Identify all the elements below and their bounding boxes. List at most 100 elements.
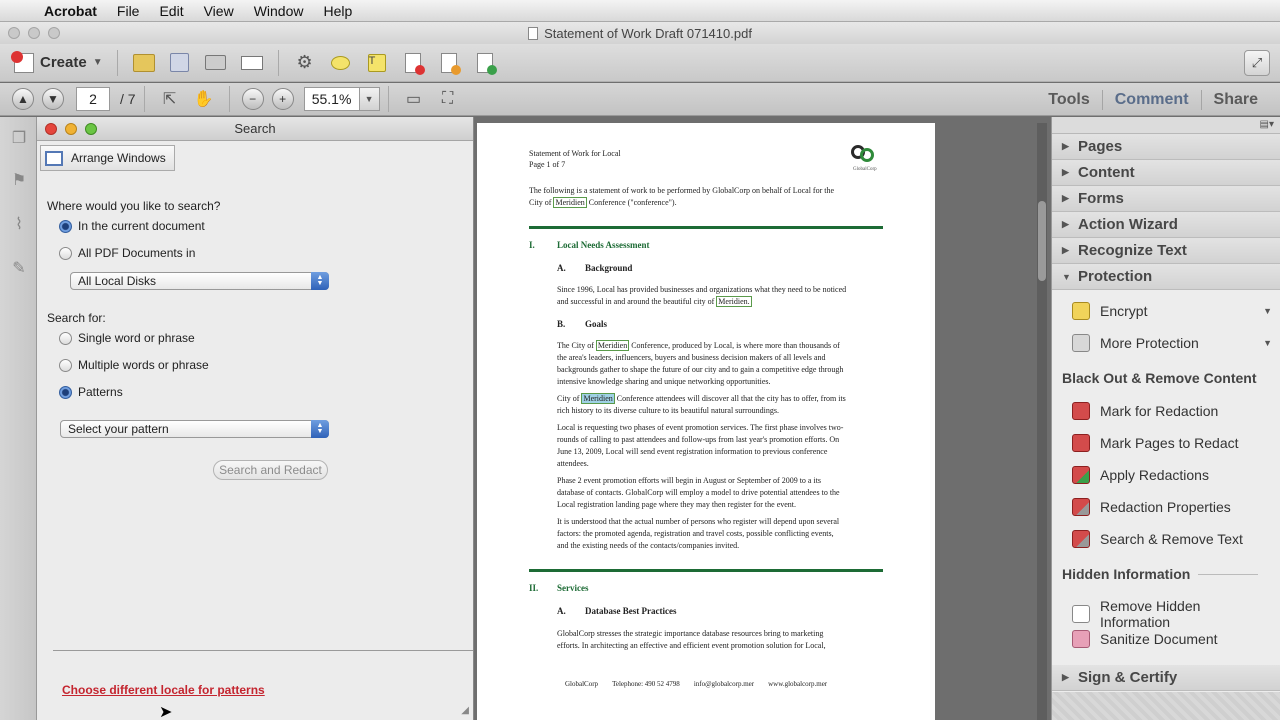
- redact-doc-icon[interactable]: [401, 51, 425, 75]
- menu-file[interactable]: File: [107, 3, 150, 19]
- search-remove-item[interactable]: Search & Remove Text: [1072, 530, 1272, 548]
- tab-share[interactable]: Share: [1202, 91, 1270, 109]
- zoom-out-icon[interactable]: −: [241, 88, 264, 110]
- tools-panel: ▤▾ ▶ Pages ▶ Content ▶ Forms ▶ Action Wizard…: [1051, 117, 1280, 720]
- redaction-properties-item[interactable]: Redaction Properties: [1072, 498, 1272, 516]
- radio-multiple-words[interactable]: Multiple words or phrase: [59, 358, 209, 372]
- window-zoom-button[interactable]: [48, 27, 60, 39]
- section-sign-certify[interactable]: ▶ Sign & Certify: [1052, 665, 1280, 691]
- zoom-level-input[interactable]: 55.1%: [303, 87, 360, 111]
- window-minimize-button[interactable]: [28, 27, 40, 39]
- gear-icon[interactable]: ⚙: [293, 51, 317, 75]
- print-icon[interactable]: [204, 51, 228, 75]
- mark-for-redaction-item[interactable]: Mark for Redaction: [1072, 402, 1272, 420]
- tab-tools[interactable]: Tools: [1036, 91, 1101, 109]
- radio-patterns[interactable]: Patterns: [59, 385, 123, 399]
- radio-all-pdf-label: All PDF Documents in: [78, 246, 196, 260]
- subsection-heading: A. Background: [557, 263, 633, 273]
- document-view[interactable]: Statement of Work for Local Page 1 of 7 …: [475, 117, 1050, 720]
- doc-footer: GlobalCorp Telephone: 490 52 4798 info@g…: [565, 680, 828, 688]
- next-page-icon[interactable]: ▼: [42, 88, 64, 110]
- radio-single-word[interactable]: Single word or phrase: [59, 331, 195, 345]
- select-arrows-icon: ▲ ▼: [311, 420, 329, 438]
- where-label: Where would you like to search?: [47, 199, 221, 213]
- search-hit[interactable]: Meridien: [595, 340, 630, 351]
- document-scrollbar[interactable]: [1037, 123, 1047, 720]
- page-number-input[interactable]: 2: [76, 87, 110, 111]
- window-title-bar: Statement of Work Draft 071410.pdf: [0, 22, 1280, 44]
- doc-header-page: Page 1 of 7: [529, 160, 566, 169]
- combine-doc-icon[interactable]: [473, 51, 497, 75]
- section-forms[interactable]: ▶ Forms: [1052, 186, 1280, 212]
- hidden-info-icon: [1072, 605, 1090, 623]
- choose-locale-link[interactable]: Choose different locale for patterns: [62, 683, 265, 697]
- section-protection[interactable]: ▼ Protection: [1052, 264, 1280, 290]
- sign-pen-icon[interactable]: T: [365, 51, 389, 75]
- email-icon[interactable]: [240, 51, 264, 75]
- pattern-select[interactable]: Select your pattern ▲ ▼: [60, 420, 329, 438]
- location-select[interactable]: All Local Disks ▲ ▼: [70, 272, 329, 290]
- scroll-thumb[interactable]: [1038, 201, 1046, 281]
- main-toolbar: Create ▼ ⚙ T ⤢: [0, 44, 1280, 82]
- resize-grip-icon[interactable]: ◢: [461, 705, 469, 716]
- menu-window[interactable]: Window: [244, 3, 314, 19]
- arrange-windows-button[interactable]: Arrange Windows: [40, 145, 175, 171]
- panel-options-icon[interactable]: ▤▾: [1260, 119, 1274, 130]
- redaction-marker-icon: [1072, 402, 1090, 420]
- fit-page-icon[interactable]: ⛶: [437, 88, 459, 110]
- tab-comment[interactable]: Comment: [1103, 91, 1201, 109]
- radio-all-pdf[interactable]: All PDF Documents in: [59, 246, 195, 260]
- radio-current-document[interactable]: In the current document: [59, 219, 205, 233]
- chevron-down-icon: ▼: [1263, 338, 1272, 348]
- folder-open-icon[interactable]: [132, 51, 156, 75]
- menu-edit[interactable]: Edit: [149, 3, 193, 19]
- search-zoom-button[interactable]: [85, 123, 97, 135]
- full-screen-icon[interactable]: ⤢: [1244, 50, 1270, 76]
- search-title-bar: Search: [37, 117, 473, 141]
- mark-pages-item[interactable]: Mark Pages to Redact: [1072, 434, 1272, 452]
- section-pages[interactable]: ▶ Pages: [1052, 134, 1280, 160]
- window-close-button[interactable]: [8, 27, 20, 39]
- remove-hidden-item[interactable]: Remove Hidden Information: [1072, 598, 1272, 630]
- redact-pages-icon: [1072, 434, 1090, 452]
- shield-icon: [1072, 302, 1090, 320]
- zoom-dropdown-icon[interactable]: ▼: [359, 87, 380, 111]
- attachments-icon[interactable]: ⌇: [8, 213, 30, 235]
- fit-width-icon[interactable]: ▭: [403, 88, 425, 110]
- menu-bar: Acrobat File Edit View Window Help: [0, 0, 1280, 22]
- hand-tool-icon[interactable]: ✋: [193, 88, 215, 110]
- section-action-wizard[interactable]: ▶ Action Wizard: [1052, 212, 1280, 238]
- menu-app[interactable]: Acrobat: [38, 3, 107, 19]
- zoom-in-icon[interactable]: +: [271, 88, 294, 110]
- save-icon[interactable]: [168, 51, 192, 75]
- apply-redactions-icon: [1072, 466, 1090, 484]
- search-minimize-button[interactable]: [65, 123, 77, 135]
- bookmarks-icon[interactable]: ⚑: [8, 169, 30, 191]
- create-icon: [11, 50, 34, 73]
- search-hit-selected[interactable]: Meridien: [581, 393, 615, 404]
- search-and-redact-button[interactable]: Search and Redact: [213, 460, 328, 480]
- menu-view[interactable]: View: [194, 3, 244, 19]
- search-hit[interactable]: Meridien.: [716, 296, 752, 307]
- more-protection-item[interactable]: More Protection ▼: [1072, 334, 1272, 352]
- sanitize-item[interactable]: Sanitize Document: [1072, 630, 1272, 648]
- arrange-windows-label: Arrange Windows: [71, 151, 166, 165]
- section-content[interactable]: ▶ Content: [1052, 160, 1280, 186]
- apply-redactions-item[interactable]: Apply Redactions: [1072, 466, 1272, 484]
- page-thumbnails-icon[interactable]: ❐: [8, 127, 30, 149]
- mouse-cursor-icon: ➤: [159, 704, 173, 720]
- export-doc-icon[interactable]: [437, 51, 461, 75]
- comment-bubble-icon[interactable]: [329, 51, 353, 75]
- search-hit[interactable]: Meridien: [553, 197, 587, 208]
- logo-text: GlobalCorp: [853, 167, 877, 172]
- previous-page-icon[interactable]: ▲: [12, 88, 34, 110]
- signatures-icon[interactable]: ✎: [8, 257, 30, 279]
- create-button[interactable]: Create ▼: [8, 49, 109, 77]
- radio-single-label: Single word or phrase: [78, 331, 195, 345]
- select-cursor-icon[interactable]: ⇱: [159, 88, 181, 110]
- encrypt-item[interactable]: Encrypt ▼: [1072, 302, 1272, 320]
- menu-help[interactable]: Help: [313, 3, 362, 19]
- section-recognize-text[interactable]: ▶ Recognize Text: [1052, 238, 1280, 264]
- search-close-button[interactable]: [45, 123, 57, 135]
- navigation-pane: ❐ ⚑ ⌇ ✎: [0, 117, 37, 720]
